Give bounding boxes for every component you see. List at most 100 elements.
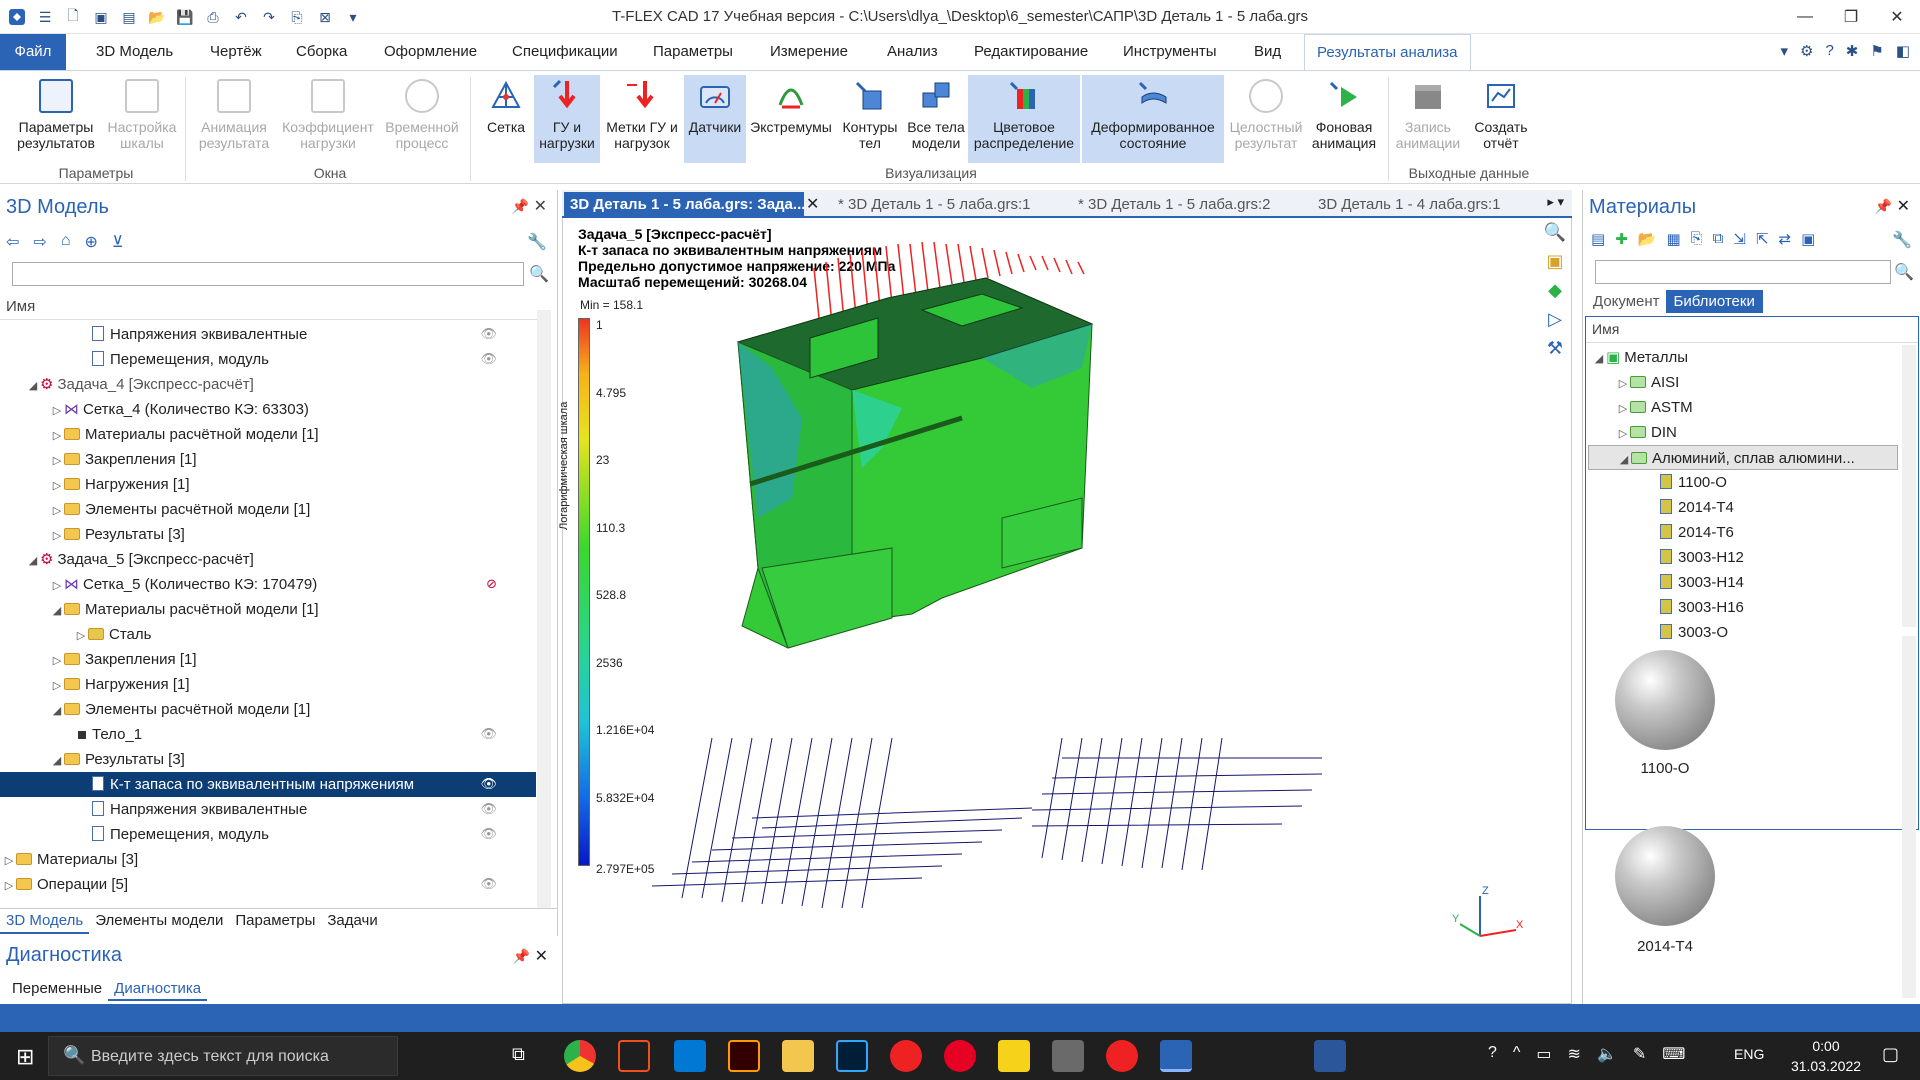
photoshop-icon[interactable]	[836, 1040, 868, 1072]
tools-icon[interactable]: 🔧	[1892, 230, 1912, 250]
doc-tab-active[interactable]: 3D Деталь 1 - 5 лаба.grs: Зада...	[564, 192, 804, 218]
materials-tree-scrollbar[interactable]	[1902, 345, 1916, 627]
notifications-icon[interactable]: ▢	[1882, 1044, 1899, 1065]
wifi-icon[interactable]: ≋	[1568, 1044, 1581, 1064]
flag-icon[interactable]: ⚑	[1870, 42, 1883, 60]
visibility-icon[interactable]: 👁	[480, 801, 497, 817]
tree-item[interactable]: ▷ ⋈ Сетка_5 (Количество КЭ: 170479)	[50, 572, 318, 597]
zoom-icon[interactable]: 🔍	[1544, 222, 1566, 243]
tree-item-selected[interactable]: К-т запаса по эквивалентным напряжениям	[0, 772, 536, 797]
material-item[interactable]: 2014-T4	[1660, 495, 1734, 520]
tab-parameters-panel[interactable]: Параметры	[229, 909, 321, 934]
close-button[interactable]: ✕	[1874, 0, 1920, 34]
language-indicator[interactable]: ENG	[1734, 1046, 1764, 1062]
load-coefficient-button[interactable]: Коэффициент нагрузки	[278, 75, 378, 163]
bc-loads-button[interactable]: ГУ и нагрузки	[534, 75, 600, 163]
library-settings-icon[interactable]: ▣	[1801, 230, 1815, 248]
target-icon[interactable]: ⊕	[84, 232, 97, 252]
help-icon[interactable]: ?	[1825, 42, 1833, 60]
close-panel-icon[interactable]: ✕	[534, 196, 547, 216]
bc-labels-button[interactable]: Метки ГУ и нагрузок	[602, 75, 682, 163]
sensors-button[interactable]: Датчики	[684, 75, 746, 163]
tab-3d-model-tree[interactable]: 3D Модель	[0, 909, 90, 934]
visibility-icon[interactable]: 👁	[480, 351, 497, 367]
tree-search-input[interactable]	[12, 262, 524, 286]
record-animation-button[interactable]: Запись анимации	[1394, 75, 1462, 163]
properties-icon[interactable]: ▤	[1591, 230, 1605, 248]
tab-tools[interactable]: Инструменты	[1111, 34, 1229, 70]
recorder-icon[interactable]	[1106, 1040, 1138, 1072]
search-icon[interactable]: 🔍	[1894, 262, 1914, 282]
result-animation-button[interactable]: Анимация результата	[192, 75, 276, 163]
swap-icon[interactable]: ⇄	[1779, 230, 1792, 248]
add-material-icon[interactable]: ✚	[1615, 230, 1628, 248]
results-parameters-button[interactable]: Параметры результатов	[8, 75, 104, 163]
material-item[interactable]: 3003-H12	[1660, 545, 1744, 570]
home-icon[interactable]: ⌂	[61, 232, 71, 252]
integral-result-button[interactable]: Целостный результат	[1226, 75, 1306, 163]
open-library-icon[interactable]: 📂	[1638, 230, 1657, 248]
material-group-selected[interactable]: ◢ Алюминий, сплав алюмини...	[1588, 445, 1898, 470]
pin-icon[interactable]: 📌	[512, 198, 529, 215]
tab-3d-model[interactable]: 3D Модель	[84, 34, 185, 70]
export-icon[interactable]: ⇱	[1756, 230, 1769, 248]
visibility-icon[interactable]: 👁	[480, 876, 497, 892]
tree-item[interactable]: ▷ ⋈ Сетка_4 (Количество КЭ: 63303)	[50, 397, 309, 422]
tab-formatting[interactable]: Оформление	[372, 34, 489, 70]
tab-analysis[interactable]: Анализ	[875, 34, 950, 70]
opera-icon[interactable]	[890, 1040, 922, 1072]
scale-settings-button[interactable]: Настройка шкалы	[104, 75, 180, 163]
tree-item[interactable]: ▷ Закрепления [1]	[50, 447, 197, 472]
view-orientation-icon[interactable]: ◆	[1548, 280, 1562, 301]
gear-icon[interactable]: ⚙	[1800, 42, 1813, 60]
tree-item[interactable]: ▷ Материалы [3]	[2, 847, 138, 872]
tab-measure[interactable]: Измерение	[758, 34, 860, 70]
mesh-button[interactable]: Сетка	[476, 75, 536, 163]
tab-drawing[interactable]: Чертёж	[198, 34, 274, 70]
duplicate-icon[interactable]: ⧉	[1713, 230, 1724, 248]
search-icon[interactable]: 🔍	[529, 264, 549, 284]
layout-icon[interactable]: ◧	[1896, 42, 1910, 60]
tree-item[interactable]: ◢ Материалы расчётной модели [1]	[50, 597, 319, 622]
close-panel-icon[interactable]: ✕	[535, 946, 548, 966]
tab-parameters[interactable]: Параметры	[641, 34, 745, 70]
background-animation-button[interactable]: Фоновая анимация	[1306, 75, 1382, 163]
copy-icon[interactable]: ⎘	[1691, 230, 1703, 248]
tree-item[interactable]: ▷ Элементы расчётной модели [1]	[50, 497, 310, 522]
tab-file[interactable]: Файл	[0, 34, 66, 70]
pin-icon[interactable]: 📌	[1875, 198, 1892, 215]
material-preview-sphere[interactable]	[1615, 826, 1715, 926]
tree-item[interactable]: ◢ Результаты [3]	[50, 747, 185, 772]
tree-item[interactable]: Перемещения, модуль	[92, 347, 269, 372]
all-bodies-button[interactable]: Все тела модели	[904, 75, 968, 163]
select-filter-icon[interactable]: ▣	[1546, 251, 1563, 272]
back-icon[interactable]: ⇦	[6, 232, 19, 252]
material-item[interactable]: 3003-H14	[1660, 570, 1744, 595]
extremes-button[interactable]: Экстремумы	[748, 75, 834, 163]
doc-tab[interactable]: * 3D Деталь 1 - 5 лаба.grs:2	[1072, 192, 1302, 218]
tree-scrollbar[interactable]	[537, 310, 551, 908]
material-preview-sphere[interactable]	[1615, 650, 1715, 750]
tree-item[interactable]: Тело_1	[74, 722, 142, 747]
clock[interactable]: 0:00 31.03.2022	[1784, 1036, 1868, 1076]
volume-icon[interactable]: 🔈	[1597, 1044, 1617, 1064]
material-group[interactable]: ▷ DIN	[1616, 420, 1677, 445]
tray-arrow-icon[interactable]: ^	[1513, 1044, 1521, 1064]
chrome-icon[interactable]	[564, 1040, 596, 1072]
deformed-state-button[interactable]: Деформированное состояние	[1082, 75, 1224, 163]
calculator-icon[interactable]	[1052, 1040, 1084, 1072]
tab-editing[interactable]: Редактирование	[962, 34, 1100, 70]
doc-tab[interactable]: * 3D Деталь 1 - 5 лаба.grs:1	[832, 192, 1062, 218]
tab-specifications[interactable]: Спецификации	[500, 34, 630, 70]
forward-icon[interactable]: ⇨	[33, 232, 46, 252]
tab-libraries[interactable]: Библиотеки	[1665, 290, 1763, 313]
tree-item[interactable]: ▷ Сталь	[74, 622, 152, 647]
minimize-button[interactable]: —	[1782, 0, 1828, 34]
section-tools-icon[interactable]: ⚒	[1547, 338, 1563, 359]
task-view-icon[interactable]: ⧉	[512, 1044, 525, 1065]
vscode-icon[interactable]	[674, 1040, 706, 1072]
pin-icon[interactable]: 📌	[513, 948, 530, 965]
material-group[interactable]: ▷ AISI	[1616, 370, 1680, 395]
display-mode-icon[interactable]: ▷	[1548, 309, 1562, 330]
tab-view[interactable]: Вид	[1242, 34, 1293, 70]
